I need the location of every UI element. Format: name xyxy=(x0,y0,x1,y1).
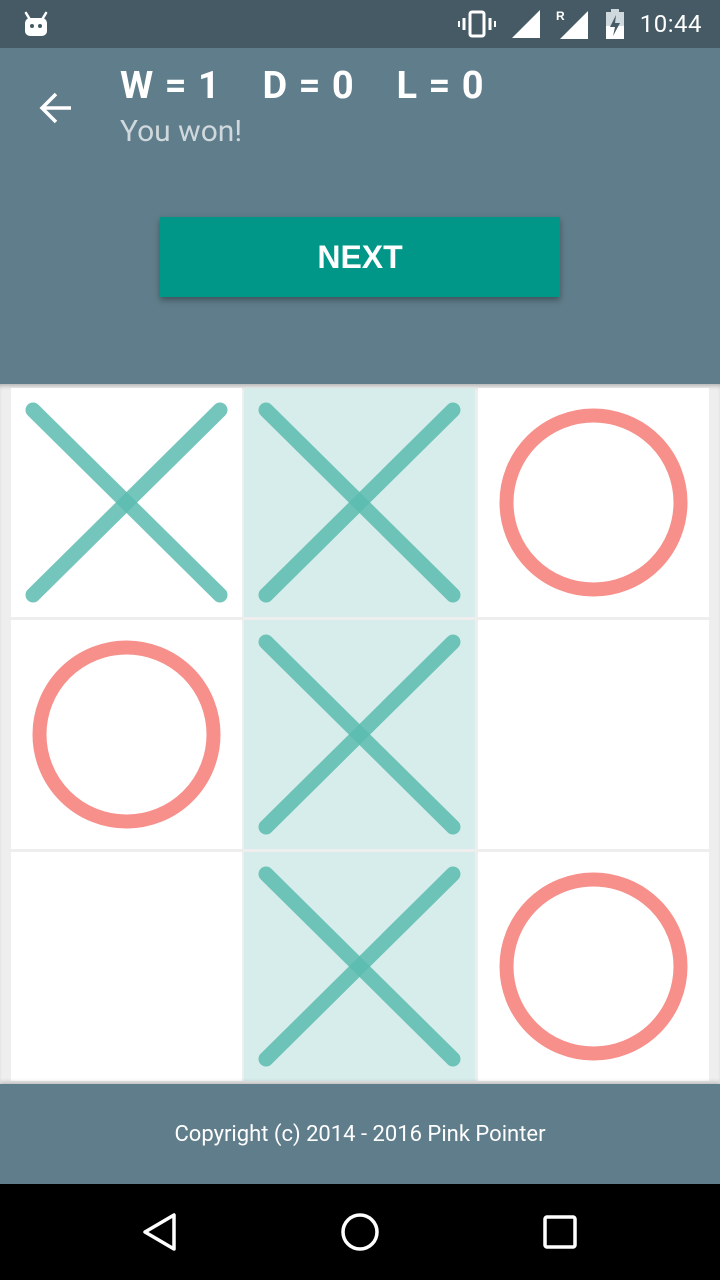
board-cell[interactable] xyxy=(244,388,475,617)
next-button[interactable]: NEXT xyxy=(160,217,560,297)
status-icons: R 10:44 xyxy=(457,8,702,40)
o-mark-icon xyxy=(499,408,688,597)
svg-text:R: R xyxy=(556,9,565,23)
arrow-back-icon xyxy=(39,92,71,124)
board-cell[interactable] xyxy=(11,620,242,849)
x-mark-icon xyxy=(258,866,461,1067)
board-cell[interactable] xyxy=(244,620,475,849)
recents-square-icon[interactable] xyxy=(536,1208,584,1256)
signal-icon xyxy=(511,10,540,38)
copyright-text: Copyright (c) 2014 - 2016 Pink Pointer xyxy=(174,1121,546,1147)
game-board xyxy=(0,384,720,1084)
o-mark-icon xyxy=(499,872,688,1061)
back-triangle-icon[interactable] xyxy=(136,1208,184,1256)
footer: Copyright (c) 2014 - 2016 Pink Pointer xyxy=(0,1084,720,1184)
x-mark-icon xyxy=(258,402,461,603)
x-mark-icon xyxy=(25,402,228,603)
battery-charging-icon xyxy=(605,9,624,39)
game-result: You won! xyxy=(120,114,243,149)
clock: 10:44 xyxy=(639,10,702,38)
roaming-signal-icon: R xyxy=(556,9,588,39)
board-cell[interactable] xyxy=(11,388,242,617)
board-cell[interactable] xyxy=(478,620,709,849)
x-mark-icon xyxy=(258,634,461,835)
app-header: W = 1 D = 0 L = 0 You won! NEXT xyxy=(0,48,720,384)
board-cell[interactable] xyxy=(244,852,475,1081)
o-mark-icon xyxy=(32,640,221,829)
home-circle-icon[interactable] xyxy=(336,1208,384,1256)
android-icon xyxy=(24,11,48,36)
vibrate-icon xyxy=(457,10,496,38)
board-cell[interactable] xyxy=(478,852,709,1081)
navigation-bar xyxy=(0,1184,720,1280)
board-cell[interactable] xyxy=(11,852,242,1081)
status-bar: R 10:44 xyxy=(0,0,720,48)
score-summary: W = 1 D = 0 L = 0 xyxy=(120,64,485,108)
back-button[interactable] xyxy=(34,86,78,130)
board-cell[interactable] xyxy=(478,388,709,617)
